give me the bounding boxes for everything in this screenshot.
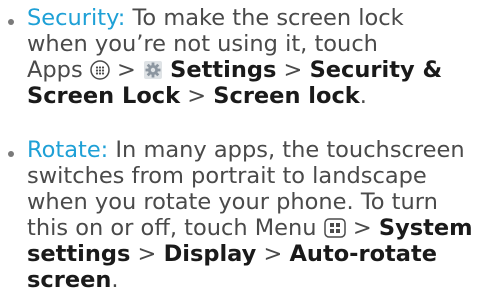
security-term: Security:: [27, 5, 126, 31]
rotate-line-4: this on or off, touch Menu > System: [27, 216, 473, 242]
separator: >: [276, 57, 310, 83]
rotate-line-1: Rotate: In many apps, the touchscreen: [27, 138, 465, 164]
rotate-text-3: when you rotate your phone. To turn: [27, 189, 438, 215]
rotate-text-2: switches from portrait to landscape: [27, 163, 427, 189]
separator: >: [256, 241, 290, 267]
separator: >: [180, 83, 214, 109]
separator: >: [109, 57, 144, 83]
apps-label: Apps: [27, 57, 83, 83]
security-text-1: To make the screen lock: [125, 5, 404, 31]
auto-rotate-screen-label: screen: [27, 267, 112, 293]
separator: >: [345, 215, 379, 241]
security-text-2: when you’re not using it, touch: [27, 31, 378, 57]
instructions-document: Security: To make the screen lock when y…: [0, 0, 487, 299]
period: .: [359, 83, 367, 109]
separator: >: [130, 241, 164, 267]
bullet-dot: [8, 19, 14, 25]
security-screen-lock-label: Security &: [309, 57, 443, 83]
rotate-term: Rotate:: [27, 137, 109, 163]
rotate-line-3: when you rotate your phone. To turn: [27, 190, 438, 216]
rotate-line-6: screen.: [27, 268, 119, 294]
security-line-2: when you’re not using it, touch: [27, 32, 378, 58]
system-label: System: [378, 215, 473, 241]
auto-rotate-label: Auto-rotate: [289, 241, 438, 267]
period: .: [111, 267, 119, 293]
system-settings-label: settings: [27, 241, 131, 267]
rotate-line-2: switches from portrait to landscape: [27, 164, 427, 190]
bullet-dot: [8, 151, 14, 157]
rotate-text-1: In many apps, the touchscreen: [108, 137, 465, 163]
security-line-1: Security: To make the screen lock: [27, 6, 404, 32]
security-line-3: Apps > Settings > Security &: [27, 58, 442, 84]
screen-lock-label: Screen lock: [213, 83, 360, 109]
security-line-4: Screen Lock > Screen lock.: [27, 84, 367, 110]
settings-label: Settings: [170, 57, 277, 83]
rotate-text-4: this on or off, touch Menu: [27, 215, 324, 241]
display-label: Display: [163, 241, 257, 267]
rotate-line-5: settings > Display > Auto-rotate: [27, 242, 437, 268]
screen-lock-category-label: Screen Lock: [27, 83, 181, 109]
